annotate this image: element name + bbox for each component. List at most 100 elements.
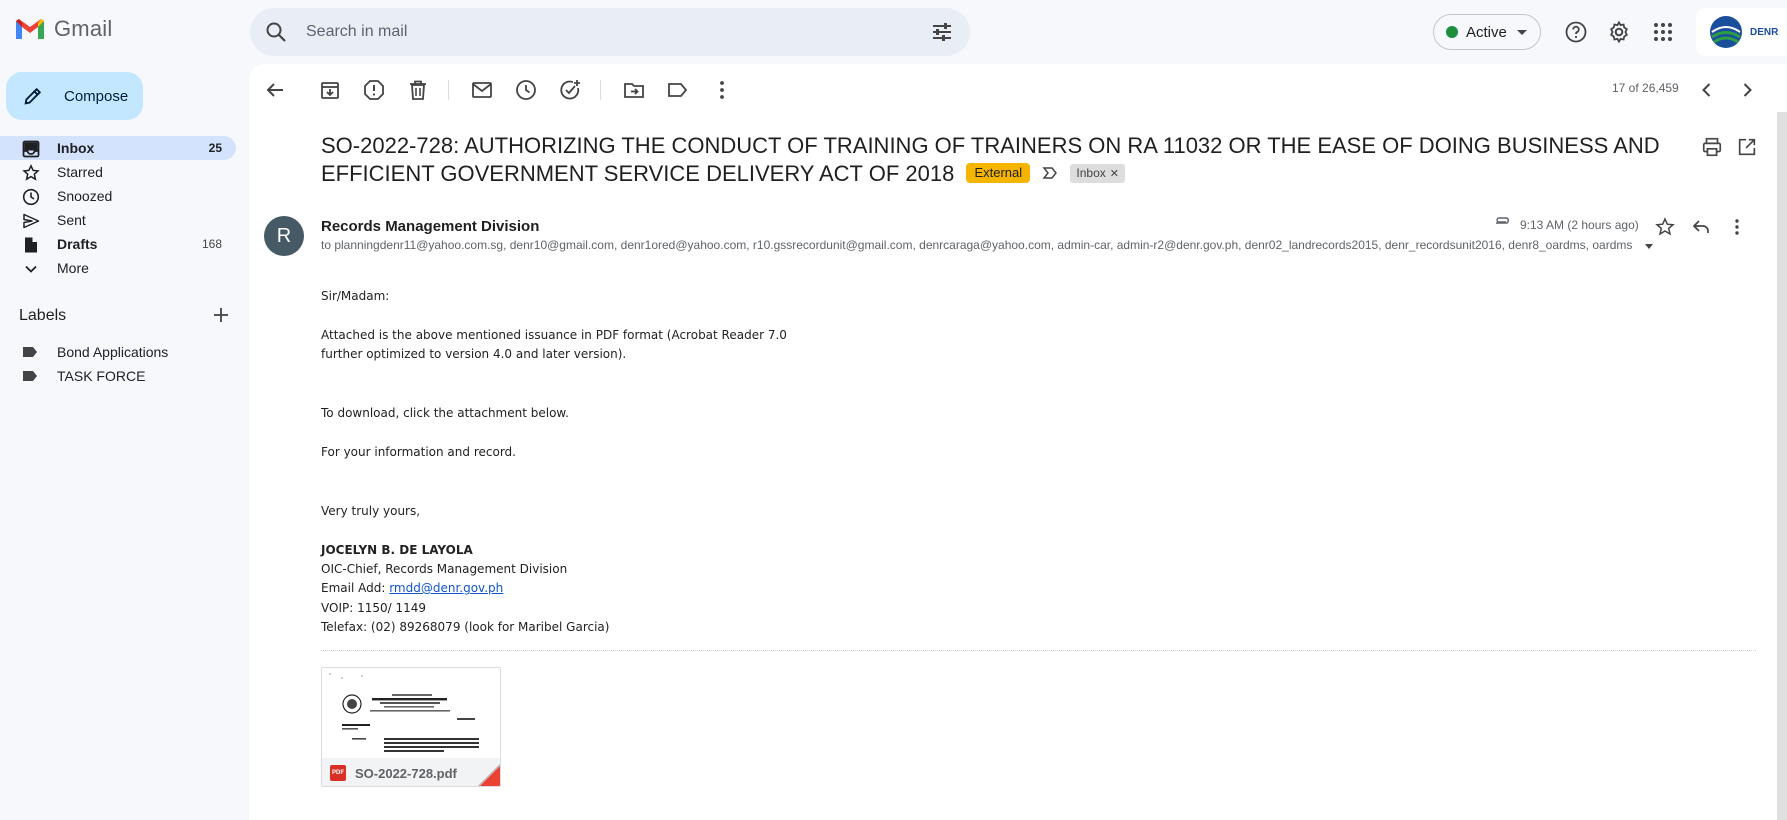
label-item-bond-applications[interactable]: Bond Applications <box>0 340 240 364</box>
snooze-clock-icon[interactable] <box>514 78 538 102</box>
add-to-tasks-icon[interactable] <box>558 78 582 102</box>
attachment-card[interactable]: PDF SO-2022-728.pdf <box>321 667 501 787</box>
move-to-folder-icon[interactable] <box>622 78 646 102</box>
open-new-window-icon[interactable] <box>1736 136 1758 158</box>
recipient-list: to planningdenr11@yahoo.com.sg, denr10@g… <box>321 238 1633 252</box>
more-options-vertical-icon[interactable] <box>1727 217 1747 237</box>
sidebar-item-drafts[interactable]: Drafts 168 <box>0 232 236 256</box>
status-label: Active <box>1466 23 1507 41</box>
sidebar-item-label: Snoozed <box>57 188 113 204</box>
newer-chevron-left-icon[interactable] <box>1695 78 1719 102</box>
inbox-icon <box>22 140 40 158</box>
label-name: Bond Applications <box>57 344 169 360</box>
account-switcher[interactable]: DENR <box>1696 8 1787 56</box>
sidebar-item-label: Sent <box>57 212 86 228</box>
message-timestamp: 9:13 AM (2 hours ago) <box>1520 218 1639 232</box>
gmail-m-icon <box>16 19 44 39</box>
search-bar[interactable] <box>250 8 970 56</box>
pencil-icon <box>24 87 42 105</box>
attachment-thumbnail <box>322 668 500 758</box>
unread-count: 25 <box>208 141 222 155</box>
page-fold-corner-icon <box>478 764 500 786</box>
external-badge: External <box>966 163 1031 184</box>
remove-label-close-icon[interactable]: ✕ <box>1110 168 1119 180</box>
report-spam-icon[interactable] <box>362 78 386 102</box>
label-icon[interactable] <box>666 78 690 102</box>
sidebar-item-label: More <box>57 260 89 276</box>
delete-trash-icon[interactable] <box>406 78 430 102</box>
pagination-count: 17 of 26,459 <box>1612 81 1679 95</box>
mark-unread-mail-icon[interactable] <box>470 78 494 102</box>
search-input[interactable] <box>306 18 866 46</box>
older-chevron-right-icon[interactable] <box>1735 78 1759 102</box>
signature-email-row: Email Add: rmdd@denr.gov.ph <box>321 579 503 599</box>
sidebar-item-label: Starred <box>57 164 103 180</box>
sidebar-item-inbox[interactable]: Inbox 25 <box>0 136 236 160</box>
denr-badge-text: DENR <box>1750 26 1779 38</box>
document-preview-image <box>329 673 479 752</box>
body-line: To download, click the attachment below. <box>321 406 569 420</box>
inbox-label-chip[interactable]: Inbox ✕ <box>1070 163 1125 183</box>
top-bar: Gmail Active <box>0 0 1787 64</box>
signature-email-link[interactable]: rmdd@denr.gov.ph <box>389 581 503 595</box>
clock-icon <box>22 188 40 206</box>
sidebar-item-snoozed[interactable]: Snoozed <box>0 184 112 208</box>
compose-button[interactable]: Compose <box>6 72 143 120</box>
inbox-chip-label: Inbox <box>1076 165 1106 180</box>
app-name: Gmail <box>54 16 113 41</box>
signature-voip: VOIP: 1150/ 1149 <box>321 601 427 615</box>
label-name: TASK FORCE <box>57 368 146 384</box>
label-item-task-force[interactable]: TASK FORCE <box>0 364 240 388</box>
settings-gear-icon[interactable] <box>1607 20 1631 44</box>
message-panel: 17 of 26,459 SO-2022-728: AUTHORIZING TH… <box>249 64 1787 820</box>
search-options-icon[interactable] <box>930 20 954 44</box>
sidebar-item-starred[interactable]: Starred <box>0 160 103 184</box>
email-label: Email Add: <box>321 581 390 595</box>
caret-down-icon <box>1516 29 1527 35</box>
status-dot <box>1446 26 1458 38</box>
search-icon[interactable] <box>264 20 288 44</box>
chevron-down-icon <box>25 265 37 273</box>
toolbar-divider <box>600 80 601 100</box>
attachment-divider <box>321 650 1756 651</box>
body-line: For your information and record. <box>321 445 516 459</box>
sidebar-item-label: Inbox <box>57 140 95 156</box>
star-icon <box>22 164 40 181</box>
help-icon[interactable] <box>1564 20 1588 44</box>
signature-name: JOCELYN B. DE LAYOLA <box>321 543 473 557</box>
sidebar-item-more[interactable]: More <box>0 256 89 280</box>
label-tag-icon <box>23 347 37 357</box>
show-details-caret-icon[interactable] <box>1645 244 1653 249</box>
more-vertical-icon[interactable] <box>710 78 734 102</box>
toolbar-divider <box>448 80 449 100</box>
star-message-icon[interactable] <box>1655 217 1675 237</box>
print-icon[interactable] <box>1701 136 1723 158</box>
apps-grid-icon[interactable] <box>1651 20 1675 44</box>
label-tag-icon <box>23 371 37 381</box>
sender-avatar[interactable]: R <box>264 216 304 256</box>
reply-icon[interactable] <box>1691 217 1711 237</box>
denr-logo-icon <box>1710 16 1742 48</box>
archive-icon[interactable] <box>318 78 342 102</box>
body-line: Attached is the above mentioned issuance… <box>321 328 787 342</box>
add-label-plus-icon[interactable] <box>211 305 231 325</box>
status-dropdown[interactable]: Active <box>1433 14 1541 50</box>
sender-name[interactable]: Records Management Division <box>321 218 539 235</box>
compose-label: Compose <box>64 87 129 105</box>
signature-title: OIC-Chief, Records Management Division <box>321 562 568 576</box>
signature-telefax: Telefax: (02) 89268079 (look for Maribel… <box>321 620 610 634</box>
email-subject: SO-2022-728: AUTHORIZING THE CONDUCT OF … <box>321 132 1686 188</box>
back-arrow-icon[interactable] <box>263 78 287 102</box>
draft-icon <box>25 237 37 253</box>
body-greeting: Sir/Madam: <box>321 289 390 303</box>
vertical-scrollbar[interactable] <box>1777 112 1787 820</box>
sidebar-item-label: Drafts <box>57 236 98 252</box>
sidebar-item-sent[interactable]: Sent <box>0 208 86 232</box>
importance-marker-icon[interactable] <box>1042 166 1058 180</box>
attachment-footer: PDF SO-2022-728.pdf <box>322 758 500 786</box>
pdf-file-icon: PDF <box>330 765 346 781</box>
send-icon <box>23 213 40 229</box>
gmail-logo[interactable]: Gmail <box>14 16 112 42</box>
labels-heading: Labels <box>19 307 231 329</box>
attachment-paperclip-icon <box>1496 217 1509 224</box>
